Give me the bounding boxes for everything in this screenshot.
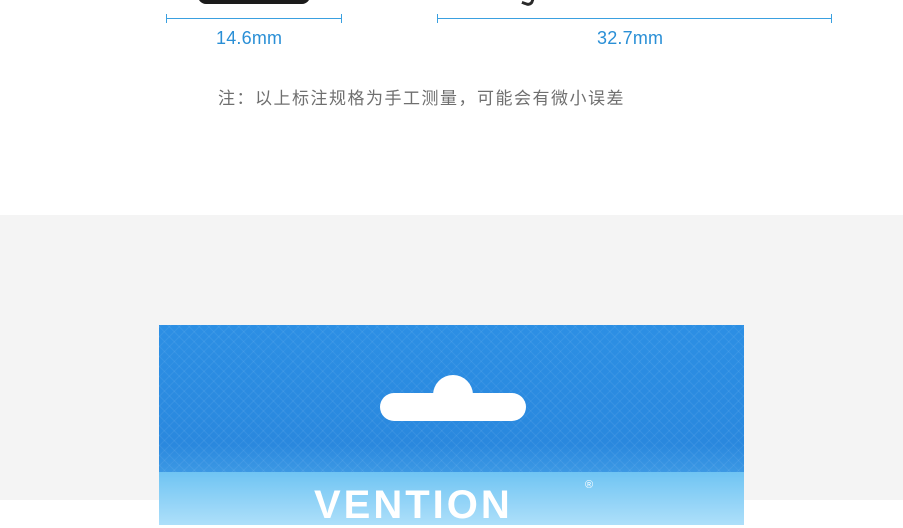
length-label: 32.7mm [597,28,664,48]
brand-logo: VENTION [314,483,513,527]
width-dimension-line [166,14,342,23]
dimension-section: 14.6mm 32.7mm 注：以上标注规格为手工测量，可能会有微小误差 [0,0,903,215]
length-dimension-line [437,14,832,23]
registered-mark: ® [585,479,594,491]
measurement-note: 注：以上标注规格为手工测量，可能会有微小误差 [218,89,625,108]
product-photo-top-crop [198,0,310,4]
product-hook-crop [521,0,536,8]
width-label: 14.6mm [216,28,283,48]
hang-hole-icon [380,375,526,421]
packaging-section: VENTION ® [0,215,903,527]
